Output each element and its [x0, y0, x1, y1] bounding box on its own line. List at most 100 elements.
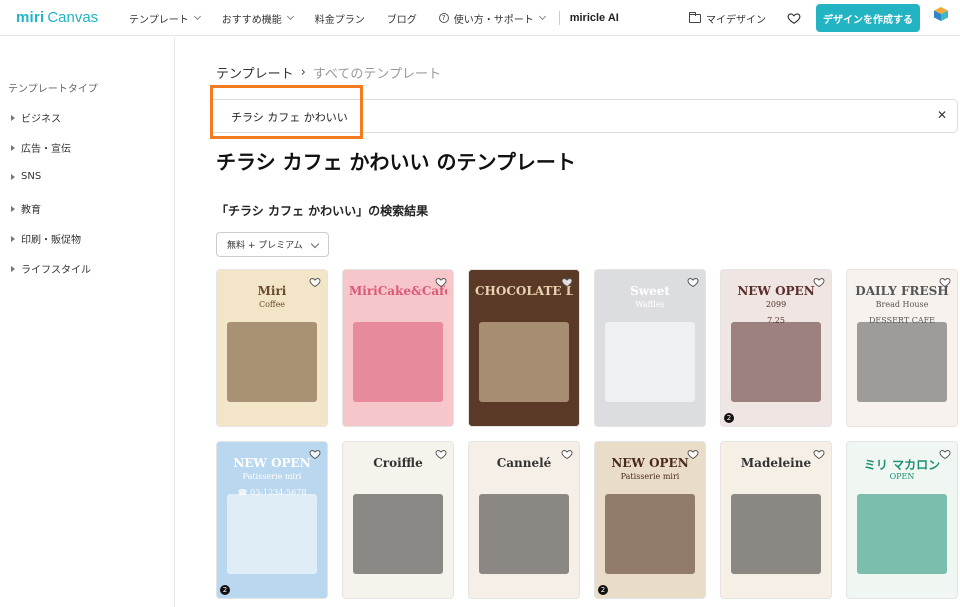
logo-text: Canvas: [47, 9, 99, 26]
nav-features[interactable]: おすすめ機能: [221, 11, 294, 26]
template-card-text: NEW OPEN: [737, 284, 815, 298]
template-card-text: Bread House: [875, 300, 929, 309]
caret-right-icon: [11, 235, 15, 242]
sidebar-item-education[interactable]: 教育: [11, 201, 41, 216]
template-card-text: DESSERT CAFE: [869, 316, 935, 325]
chevron-down-icon: [310, 239, 320, 249]
create-design-button[interactable]: デザインを作成する: [816, 4, 920, 32]
template-card-text: 2099: [765, 300, 787, 309]
template-thumbnail-art: [731, 322, 821, 402]
caret-right-icon: [11, 173, 15, 180]
sidebar-title: テンプレートタイプ: [8, 84, 98, 95]
template-card-text: Madeleine: [740, 456, 812, 470]
sidebar-item-business[interactable]: ビジネス: [11, 110, 61, 125]
caret-right-icon: [11, 265, 15, 272]
favorite-heart-icon[interactable]: [787, 11, 801, 25]
template-card[interactable]: DAILY FRESH Bread House DESSERT CAFE: [846, 269, 958, 427]
template-card[interactable]: Croiffle: [342, 441, 454, 599]
template-card[interactable]: NEW OPEN Patisserie miri ☎ 03-1234-5678 2: [216, 441, 328, 599]
user-avatar[interactable]: [933, 6, 951, 30]
template-card-text: Miri: [257, 284, 287, 298]
template-card[interactable]: Madeleine: [720, 441, 832, 599]
template-card-text: CHOCOLATE LATTE: [475, 284, 573, 298]
nav-templates[interactable]: テンプレート: [129, 11, 201, 26]
template-thumbnail-art: [353, 322, 443, 402]
template-thumbnail-art: [353, 494, 443, 574]
sidebar-item-label: 広告・宣伝: [21, 144, 71, 155]
nav-support[interactable]: ? 使い方・サポート: [438, 11, 546, 26]
template-card[interactable]: Sweet Waffles: [594, 269, 706, 427]
template-thumbnail-art: [227, 322, 317, 402]
favorite-heart-icon[interactable]: [560, 448, 574, 460]
sidebar-item-label: 教育: [21, 205, 41, 216]
template-card-text: ミリ マカロン: [863, 458, 941, 472]
template-card-text: Patisserie miri: [242, 472, 302, 481]
sidebar-item-lifestyle[interactable]: ライフスタイル: [11, 261, 91, 276]
nav-features-label: おすすめ機能: [221, 14, 282, 26]
template-card[interactable]: Cannelé: [468, 441, 580, 599]
sidebar-item-label: ライフスタイル: [21, 265, 91, 276]
cube-logo-icon: [934, 7, 948, 21]
nav-templates-label: テンプレート: [129, 14, 189, 26]
nav-support-label: 使い方・サポート: [453, 14, 534, 26]
template-thumbnail-art: [479, 322, 569, 402]
favorite-heart-icon[interactable]: [812, 276, 826, 288]
plan-filter-value: 無料 + プレミアム: [227, 241, 303, 251]
template-card-text: DAILY FRESH: [855, 284, 949, 298]
favorite-heart-icon[interactable]: [434, 448, 448, 460]
favorite-heart-icon[interactable]: [434, 276, 448, 288]
template-card[interactable]: Miri Coffee: [216, 269, 328, 427]
nav-miricle-ai[interactable]: miricle AI: [570, 12, 619, 24]
favorite-heart-icon[interactable]: [812, 448, 826, 460]
sidebar-item-print[interactable]: 印刷・販促物: [11, 231, 81, 246]
breadcrumb-root[interactable]: テンプレート: [216, 63, 294, 82]
nav-pricing[interactable]: 料金プラン: [315, 11, 365, 26]
template-thumbnail-art: [605, 322, 695, 402]
template-card-text: Croiffle: [373, 456, 423, 470]
template-card[interactable]: MiriCake&Cafe: [342, 269, 454, 427]
folder-icon: [689, 11, 701, 23]
template-thumbnail-art: [857, 494, 947, 574]
template-card-text: NEW OPEN: [611, 456, 689, 470]
template-thumbnail-art: [479, 494, 569, 574]
template-card[interactable]: CHOCOLATE LATTE: [468, 269, 580, 427]
template-thumbnail-art: [605, 494, 695, 574]
favorite-heart-icon[interactable]: [938, 276, 952, 288]
favorite-heart-icon[interactable]: [308, 448, 322, 460]
caret-right-icon: [11, 205, 15, 212]
template-card[interactable]: NEW OPEN Patisserie miri 2: [594, 441, 706, 599]
template-card-text: 7.25: [767, 316, 785, 325]
sidebar: テンプレートタイプ ビジネス 広告・宣伝 SNS 教育 印刷・販促物 ライフスタ…: [0, 37, 175, 607]
template-card-text: MiriCake&Cafe: [349, 284, 447, 298]
main-nav: テンプレート おすすめ機能 料金プラン ブログ ? 使い方・サポート miric…: [129, 0, 619, 36]
page-title: チラシ カフェ かわいい のテンプレート: [216, 150, 576, 174]
plan-filter-select[interactable]: 無料 + プレミアム: [216, 232, 329, 257]
template-card-text: Waffles: [635, 300, 665, 309]
logo-mark: miri: [16, 9, 45, 26]
favorite-heart-icon[interactable]: [308, 276, 322, 288]
nav-blog[interactable]: ブログ: [387, 11, 417, 26]
caret-right-icon: [11, 114, 15, 121]
favorite-heart-icon[interactable]: [560, 276, 574, 288]
favorite-heart-icon[interactable]: [686, 276, 700, 288]
template-card[interactable]: ミリ マカロン OPEN: [846, 441, 958, 599]
top-header: miri Canvas テンプレート おすすめ機能 料金プラン ブログ ? 使い…: [0, 0, 960, 36]
template-card-text: Coffee: [258, 300, 286, 309]
sidebar-item-sns[interactable]: SNS: [11, 171, 41, 182]
favorite-heart-icon[interactable]: [938, 448, 952, 460]
chevron-down-icon: [538, 12, 546, 21]
favorite-heart-icon[interactable]: [686, 448, 700, 460]
breadcrumb: テンプレート › すべてのテンプレート: [216, 63, 441, 82]
logo[interactable]: miri Canvas: [16, 9, 98, 26]
my-design-link[interactable]: マイデザイン: [689, 0, 766, 36]
my-design-label: マイデザイン: [706, 14, 766, 26]
sidebar-item-advertising[interactable]: 広告・宣伝: [11, 140, 71, 155]
close-icon[interactable]: ✕: [936, 109, 948, 121]
sidebar-item-label: 印刷・販促物: [21, 235, 81, 246]
breadcrumb-separator: ›: [300, 65, 306, 80]
template-card-text: Cannelé: [496, 456, 552, 470]
page-count-badge: 2: [724, 413, 734, 423]
results-title: 「チラシ カフェ かわいい」の検索結果: [216, 204, 429, 218]
sidebar-item-label: ビジネス: [21, 114, 61, 125]
template-card[interactable]: NEW OPEN 2099 7.25 2: [720, 269, 832, 427]
